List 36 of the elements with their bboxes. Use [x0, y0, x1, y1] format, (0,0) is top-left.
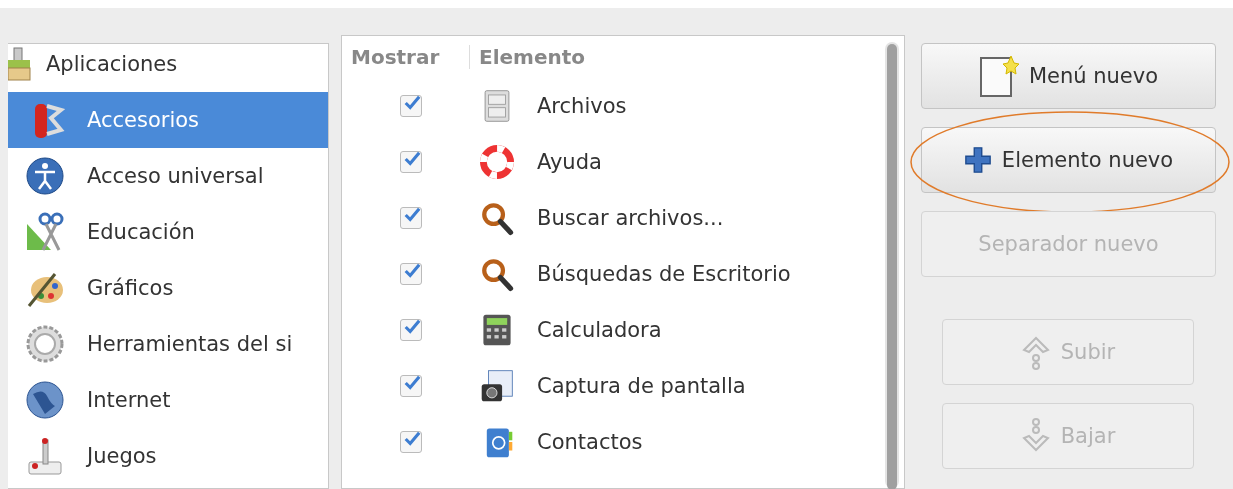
gear-icon	[25, 324, 65, 364]
tree-item[interactable]: Accesorios	[8, 92, 328, 148]
checkbox[interactable]	[400, 319, 422, 341]
joystick-icon	[25, 436, 65, 476]
action-button[interactable]: Elemento nuevo	[921, 127, 1216, 193]
checkbox[interactable]	[400, 375, 422, 397]
tree-item[interactable]: Juegos	[8, 428, 328, 484]
scrollbar[interactable]	[885, 42, 899, 488]
action-button[interactable]: Menú nuevo	[921, 43, 1216, 109]
down-arrow-icon	[1020, 418, 1051, 454]
column-header[interactable]: Elemento	[470, 45, 586, 69]
tree-item[interactable]: Herramientas del si	[8, 316, 328, 372]
checkbox[interactable]	[400, 431, 422, 453]
checkbox[interactable]	[400, 95, 422, 117]
item-name[interactable]: Buscar archivos...	[537, 206, 724, 230]
item-name[interactable]: Captura de pantalla	[537, 374, 746, 398]
item-name[interactable]: Búsquedas de Escritorio	[537, 262, 791, 286]
tree-item[interactable]: Internet	[8, 372, 328, 428]
item-name[interactable]: Calculadora	[537, 318, 662, 342]
checkbox[interactable]	[400, 151, 422, 173]
checkbox[interactable]	[400, 263, 422, 285]
item-name[interactable]: Ayuda	[537, 150, 602, 174]
tree-item[interactable]: Acceso universal	[8, 148, 328, 204]
item-name[interactable]: Archivos	[537, 94, 627, 118]
lifebuoy-icon	[480, 142, 514, 182]
accessibility-icon	[25, 156, 65, 196]
item-name[interactable]: Contactos	[537, 430, 643, 454]
plus-icon	[963, 146, 992, 174]
tree-item[interactable]: Educación	[8, 204, 328, 260]
document-star-icon	[978, 54, 1019, 98]
scissors-icon	[25, 212, 65, 252]
up-arrow-icon	[1020, 334, 1051, 370]
tree-item[interactable]: Aplicaciones	[8, 44, 328, 92]
tree-item[interactable]: Gráficos	[8, 260, 328, 316]
checkbox[interactable]	[400, 207, 422, 229]
column-header[interactable]: Mostrar	[342, 45, 470, 69]
